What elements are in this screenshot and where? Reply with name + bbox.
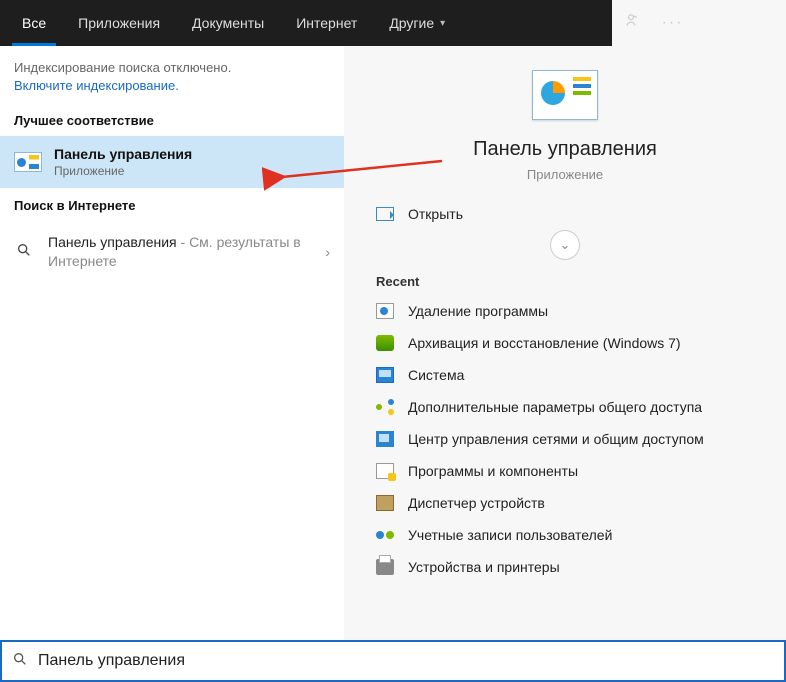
- recent-item[interactable]: Дополнительные параметры общего доступа: [368, 391, 762, 423]
- tab-label: Все: [22, 15, 46, 31]
- system-icon: [376, 367, 394, 383]
- recent-list: Удаление программы Архивация и восстанов…: [354, 295, 776, 593]
- recent-label: Учетные записи пользователей: [408, 527, 612, 543]
- recent-item[interactable]: Диспетчер устройств: [368, 487, 762, 519]
- results-pane: Индексирование поиска отключено. Включит…: [0, 46, 344, 640]
- recent-item[interactable]: Архивация и восстановление (Windows 7): [368, 327, 762, 359]
- chevron-down-icon: ⌄: [560, 237, 571, 253]
- best-match-subtitle: Приложение: [54, 164, 192, 178]
- backup-icon: [376, 335, 394, 351]
- search-icon: [12, 651, 28, 671]
- web-search-heading: Поиск в Интернете: [0, 188, 344, 221]
- preview-title: Панель управления: [354, 138, 776, 161]
- preview-subtitle: Приложение: [354, 167, 776, 182]
- recent-label: Диспетчер устройств: [408, 495, 545, 511]
- uninstall-icon: [376, 303, 394, 319]
- recent-item[interactable]: Удаление программы: [368, 295, 762, 327]
- recent-label: Система: [408, 367, 464, 383]
- control-panel-icon: [14, 152, 42, 172]
- chevron-right-icon: ›: [325, 244, 330, 260]
- recent-label: Центр управления сетями и общим доступом: [408, 431, 704, 447]
- recent-label: Программы и компоненты: [408, 463, 578, 479]
- web-result[interactable]: Панель управления - См. результаты в Инт…: [0, 221, 344, 283]
- best-match-heading: Лучшее соответствие: [0, 103, 344, 136]
- open-action[interactable]: Открыть: [354, 188, 776, 230]
- network-icon: [376, 431, 394, 447]
- open-icon: [376, 207, 394, 221]
- indexing-notice: Индексирование поиска отключено. Включит…: [0, 46, 344, 103]
- tab-internet[interactable]: Интернет: [280, 0, 373, 46]
- tab-label: Приложения: [78, 15, 160, 31]
- device-manager-icon: [376, 495, 394, 511]
- tab-label: Другие: [389, 15, 434, 31]
- tab-documents[interactable]: Документы: [176, 0, 280, 46]
- programs-icon: [376, 463, 394, 479]
- enable-indexing-link[interactable]: Включите индексирование.: [14, 78, 330, 93]
- control-panel-icon: [532, 70, 598, 120]
- tab-label: Документы: [192, 15, 264, 31]
- recent-label: Архивация и восстановление (Windows 7): [408, 335, 681, 351]
- recent-label: Удаление программы: [408, 303, 548, 319]
- users-icon: [376, 527, 394, 543]
- web-result-text: Панель управления - См. результаты в Инт…: [48, 233, 311, 271]
- recent-item[interactable]: Программы и компоненты: [368, 455, 762, 487]
- recent-label: Дополнительные параметры общего доступа: [408, 399, 702, 415]
- search-bar[interactable]: [0, 640, 786, 682]
- search-input[interactable]: [38, 652, 774, 670]
- notice-text: Индексирование поиска отключено.: [14, 60, 330, 75]
- recent-item[interactable]: Устройства и принтеры: [368, 551, 762, 583]
- tab-more[interactable]: Другие ▾: [373, 0, 461, 46]
- tab-all[interactable]: Все: [6, 0, 62, 46]
- expand-toggle[interactable]: ⌄: [354, 230, 776, 268]
- search-icon: [14, 242, 34, 261]
- best-match-result[interactable]: Панель управления Приложение: [0, 136, 344, 188]
- preview-pane: Панель управления Приложение Открыть ⌄ R…: [344, 46, 786, 640]
- chevron-down-icon: ▾: [440, 18, 445, 29]
- open-label: Открыть: [408, 206, 463, 222]
- recent-heading: Recent: [354, 268, 776, 295]
- recent-label: Устройства и принтеры: [408, 559, 560, 575]
- more-icon[interactable]: ···: [662, 14, 684, 32]
- tab-bar: Все Приложения Документы Интернет Другие…: [0, 0, 786, 46]
- sharing-icon: [376, 399, 394, 415]
- tab-apps[interactable]: Приложения: [62, 0, 176, 46]
- recent-item[interactable]: Система: [368, 359, 762, 391]
- recent-item[interactable]: Центр управления сетями и общим доступом: [368, 423, 762, 455]
- recent-item[interactable]: Учетные записи пользователей: [368, 519, 762, 551]
- best-match-title: Панель управления: [54, 146, 192, 162]
- feedback-icon[interactable]: [622, 12, 640, 35]
- tab-label: Интернет: [296, 15, 357, 31]
- printers-icon: [376, 559, 394, 575]
